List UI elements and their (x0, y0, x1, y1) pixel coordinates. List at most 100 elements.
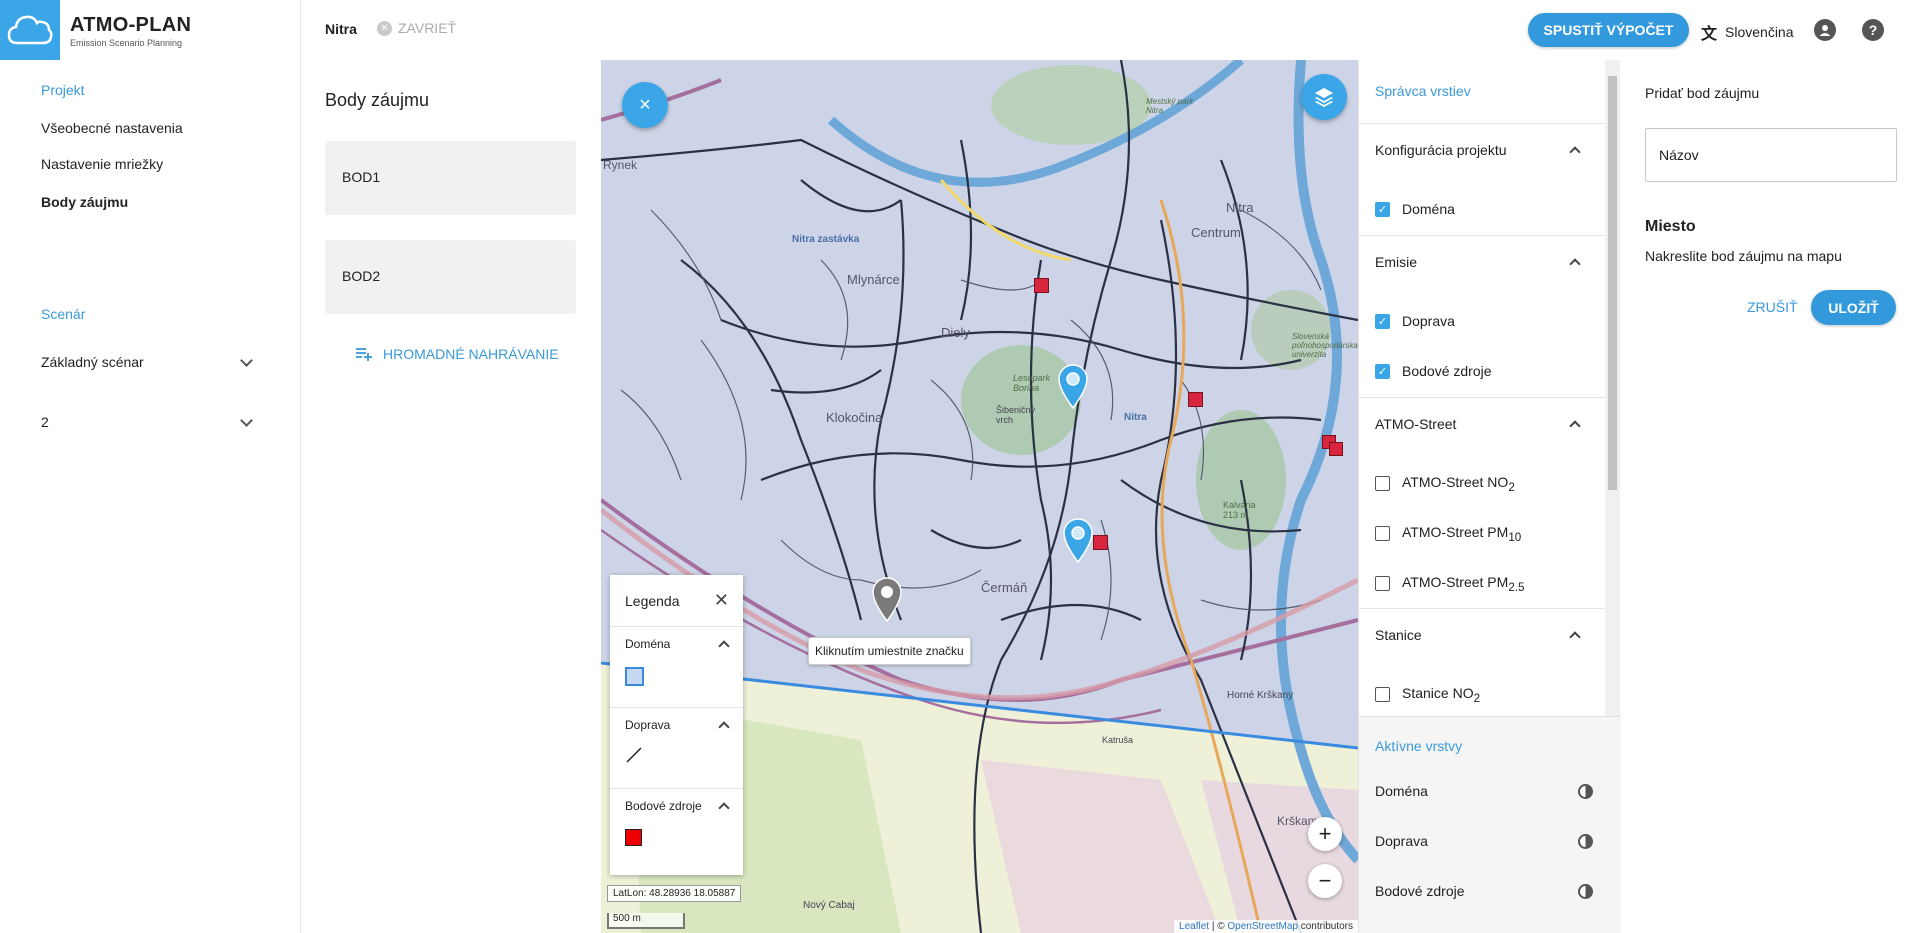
map-pin-icon[interactable] (1056, 363, 1090, 409)
language-label: Slovenčina (1725, 24, 1794, 40)
active-layer-row: Doprava (1375, 833, 1593, 849)
layer-scrollbar[interactable] (1605, 60, 1620, 716)
layer-toggle-atmo-pm25[interactable]: ATMO-Street PM2.5 (1375, 574, 1525, 594)
map-tooltip: Kliknutím umiestnite značku (808, 637, 971, 665)
checkbox-icon[interactable] (1375, 687, 1390, 703)
layer-toggle-atmo-pm10[interactable]: ATMO-Street PM10 (1375, 524, 1521, 544)
form-title: Pridať bod záujmu (1645, 85, 1760, 101)
opacity-icon[interactable] (1578, 833, 1593, 849)
poi-item[interactable]: BOD1 (325, 141, 576, 215)
checkbox-checked-icon[interactable]: ✓ (1375, 201, 1390, 217)
close-map-button[interactable]: × (622, 82, 668, 128)
run-calculation-button[interactable]: SPUSTIŤ VÝPOČET (1528, 13, 1689, 47)
layer-label: Doména (1402, 201, 1455, 217)
scrollbar-thumb[interactable] (1608, 76, 1617, 490)
scale-bar: 500 m (607, 913, 685, 929)
chevron-up-icon[interactable] (718, 721, 730, 733)
layer-section-emissions[interactable]: Emisie (1359, 235, 1605, 287)
map-label: Nový Cabaj (803, 900, 855, 911)
checkbox-icon[interactable] (1375, 476, 1390, 492)
close-icon[interactable]: ✕ (714, 590, 729, 611)
map-label: Mlynárce (847, 272, 900, 287)
checkbox-checked-icon[interactable]: ✓ (1375, 313, 1390, 329)
layer-label: Bodové zdroje (1402, 363, 1492, 379)
checkbox-icon[interactable] (1375, 526, 1390, 542)
chevron-up-icon[interactable] (718, 802, 730, 814)
map[interactable]: Nitra zastávka Mlynárce Diely Klokočina … (601, 60, 1358, 933)
poi-name-input[interactable]: Názov (1645, 128, 1897, 182)
active-layer-label: Doména (1375, 783, 1428, 799)
layer-manager: Správca vrstiev Konfigurácia projektu ✓ D… (1358, 60, 1621, 933)
save-button[interactable]: ULOŽIŤ (1811, 290, 1896, 325)
account-icon[interactable] (1814, 19, 1836, 41)
map-label: Nitra zastávka (792, 234, 860, 245)
layers-icon[interactable] (1301, 74, 1347, 120)
map-pin-icon[interactable] (1061, 517, 1095, 563)
osm-link[interactable]: OpenStreetMap (1227, 921, 1298, 932)
left-navigation: Projekt Všeobecné nastavenia Nastavenie … (0, 60, 300, 933)
point-source-marker[interactable] (1093, 535, 1108, 550)
map-label: Čermáň (981, 580, 1028, 595)
active-layers-title: Aktívne vrstvy (1375, 738, 1463, 754)
poi-item[interactable]: BOD2 (325, 240, 576, 314)
point-source-marker[interactable] (1188, 392, 1203, 407)
section-label: Konfigurácia projektu (1375, 141, 1507, 158)
map-label: Centrum (1191, 225, 1241, 240)
translate-icon: 文 (1701, 26, 1718, 43)
nav-item-base-scenario[interactable]: Základný scénar (41, 353, 253, 370)
chevron-up-icon[interactable] (718, 640, 730, 652)
layer-label: ATMO-Street PM2.5 (1402, 574, 1525, 594)
opacity-icon[interactable] (1578, 883, 1593, 899)
layer-section-config[interactable]: Konfigurácia projektu (1359, 123, 1605, 175)
layer-section-atmo-street[interactable]: ATMO-Street (1359, 397, 1605, 449)
zoom-out-button[interactable]: − (1308, 864, 1342, 898)
latlon-readout: LatLon: 48.28936 18.05887 (607, 885, 742, 902)
layer-toggle-domain[interactable]: ✓ Doména (1375, 201, 1455, 217)
chevron-up-icon (1569, 419, 1581, 432)
layer-manager-title: Správca vrstiev (1375, 83, 1471, 99)
checkbox-checked-icon[interactable]: ✓ (1375, 363, 1390, 379)
map-legend: Legenda ✕ Doména Doprava Bodové zdroje (610, 575, 743, 875)
legend-group-point-sources: Bodové zdroje (610, 789, 743, 870)
legend-group-label: Doprava (625, 718, 671, 732)
language-selector[interactable]: 文 Slovenčina (1701, 20, 1794, 44)
nav-item-scenario-2[interactable]: 2 (41, 413, 253, 430)
map-attribution: Leaflet | © OpenStreetMap contributors (1174, 920, 1358, 933)
chevron-up-icon (1569, 630, 1581, 643)
map-label: Šibeničný vrch (996, 405, 1036, 425)
checkbox-icon[interactable] (1375, 576, 1390, 592)
attribution-tail: contributors (1297, 921, 1353, 932)
cancel-button[interactable]: ZRUŠIŤ (1747, 299, 1798, 315)
nav-item-general-settings[interactable]: Všeobecné nastavenia (41, 120, 183, 136)
leaflet-link[interactable]: Leaflet (1179, 921, 1209, 932)
placing-pin-icon (872, 577, 902, 622)
layer-toggle-traffic[interactable]: ✓ Doprava (1375, 313, 1455, 329)
layer-toggle-atmo-no2[interactable]: ATMO-Street NO2 (1375, 474, 1515, 494)
nav-item-points-of-interest[interactable]: Body záujmu (41, 194, 128, 210)
point-source-marker[interactable] (1034, 278, 1049, 293)
legend-title: Legenda (625, 592, 680, 609)
active-layer-row: Doména (1375, 783, 1593, 799)
zoom-in-button[interactable]: + (1308, 817, 1342, 851)
legend-swatch-point-source (625, 829, 642, 846)
scenario-2-label: 2 (41, 414, 49, 430)
place-heading: Miesto (1645, 218, 1696, 235)
point-source-marker[interactable] (1329, 442, 1343, 456)
help-icon[interactable]: ? (1862, 19, 1884, 41)
layer-section-stations[interactable]: Stanice (1359, 608, 1605, 660)
nav-section-scenario: Scenár (41, 306, 86, 322)
close-project-button[interactable]: ✕ ZAVRIEŤ (377, 20, 456, 36)
bulk-upload-button[interactable]: HROMADNÉ NAHRÁVANIE (355, 346, 559, 362)
bulk-upload-label: HROMADNÉ NAHRÁVANIE (383, 346, 559, 362)
layer-toggle-station-no2[interactable]: Stanice NO2 (1375, 685, 1480, 705)
legend-group-label: Doména (625, 637, 671, 651)
nav-item-grid-settings[interactable]: Nastavenie mriežky (41, 156, 163, 172)
map-label: Horné Krškany (1227, 690, 1294, 701)
active-layer-label: Bodové zdroje (1375, 883, 1465, 899)
close-project-label: ZAVRIEŤ (398, 20, 457, 36)
legend-swatch-domain (625, 667, 644, 686)
layer-toggle-point-sources[interactable]: ✓ Bodové zdroje (1375, 363, 1492, 379)
map-label: Diely (941, 325, 970, 340)
opacity-icon[interactable] (1578, 783, 1593, 799)
base-scenario-label: Základný scénar (41, 354, 144, 370)
